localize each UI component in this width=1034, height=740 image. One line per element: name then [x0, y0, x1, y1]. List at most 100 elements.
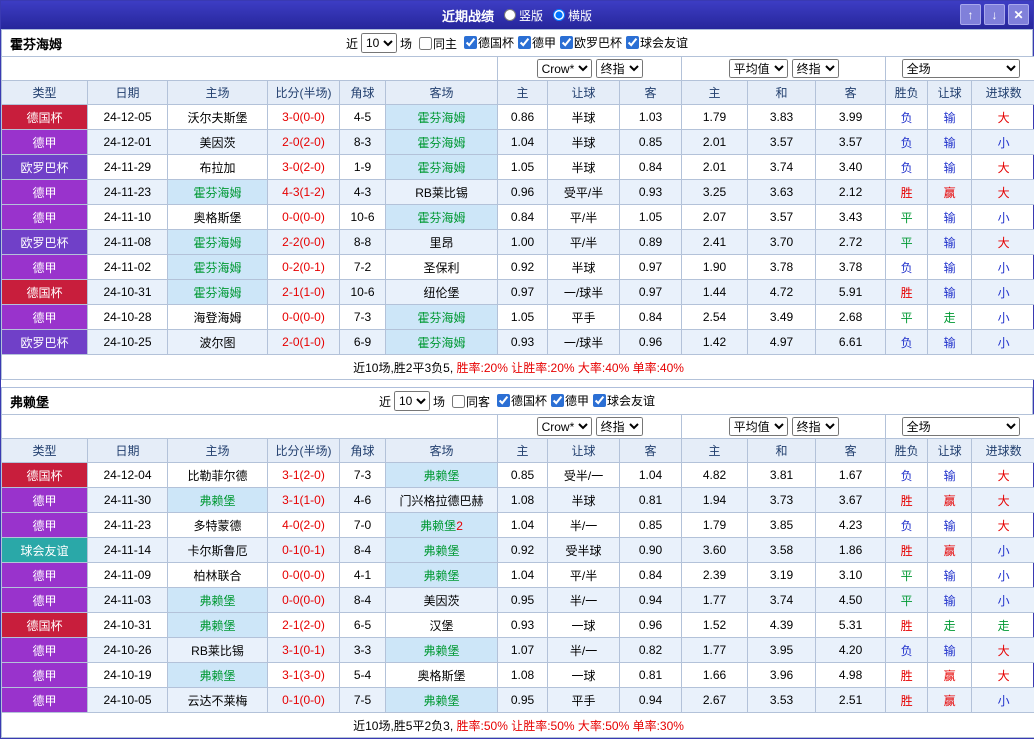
scope-select[interactable]: 全场 — [901, 59, 1020, 78]
odds-time-select[interactable]: 终指 — [595, 59, 643, 78]
move-down-button[interactable]: ↓ — [984, 4, 1005, 25]
league-filter[interactable]: 德甲 — [518, 34, 556, 51]
same-venue-filter[interactable]: 同主 — [418, 35, 457, 52]
home-team[interactable]: 卡尔斯鲁厄 — [167, 537, 268, 563]
col-handicap-result: 让球 — [927, 438, 973, 463]
result-goals: 走 — [971, 612, 1034, 638]
away-team[interactable]: 弗赖堡 — [384, 462, 499, 488]
home-team[interactable]: 多特蒙德 — [167, 512, 268, 538]
games-label: 场 — [432, 394, 445, 409]
home-team[interactable]: 弗赖堡 — [167, 612, 268, 638]
away-team[interactable]: RB莱比锡 — [384, 179, 499, 205]
scope-select[interactable]: 全场 — [901, 417, 1020, 436]
home-team[interactable]: 霍芬海姆 — [167, 279, 268, 305]
away-team[interactable]: 霍芬海姆 — [384, 154, 499, 180]
col-corner: 角球 — [339, 438, 386, 463]
league-filter[interactable]: 德甲 — [551, 392, 589, 409]
league-checkbox[interactable] — [518, 36, 531, 49]
league-filter[interactable]: 球会友谊 — [626, 34, 688, 51]
league-filter[interactable]: 球会友谊 — [593, 392, 655, 409]
same-venue-checkbox[interactable] — [451, 394, 465, 408]
away-team[interactable]: 弗赖堡2 — [384, 512, 499, 538]
avg-draw: 3.70 — [747, 229, 817, 255]
league-checkbox[interactable] — [497, 394, 510, 407]
away-team[interactable]: 霍芬海姆 — [384, 304, 499, 330]
home-team[interactable]: 弗赖堡 — [167, 662, 268, 688]
home-team[interactable]: 美因茨 — [167, 129, 268, 155]
home-team[interactable]: 霍芬海姆 — [167, 229, 268, 255]
home-team[interactable]: 云达不莱梅 — [167, 687, 268, 713]
league-filter[interactable]: 欧罗巴杯 — [560, 34, 622, 51]
away-team[interactable]: 门兴格拉德巴赫 — [384, 487, 499, 513]
avg-away: 3.67 — [815, 487, 887, 513]
layout-option-vertical[interactable]: 竖版 — [503, 7, 543, 24]
avg-time-select[interactable]: 终指 — [791, 417, 839, 436]
avg-home: 1.79 — [681, 104, 749, 130]
home-team[interactable]: 弗赖堡 — [167, 487, 268, 513]
away-team[interactable]: 霍芬海姆 — [384, 329, 499, 355]
away-team[interactable]: 霍芬海姆 — [384, 129, 499, 155]
avg-time-select[interactable]: 终指 — [791, 59, 839, 78]
away-team[interactable]: 汉堡 — [384, 612, 499, 638]
league-checkbox[interactable] — [463, 36, 477, 49]
league-filter[interactable]: 德国杯 — [497, 392, 547, 409]
away-team[interactable]: 美因茨 — [384, 587, 499, 613]
table-row: 球会友谊 24-11-14 卡尔斯鲁厄 0-1(0-1) 8-4 弗赖堡 0.9… — [1, 537, 1034, 563]
avg-away: 3.78 — [815, 254, 887, 280]
away-team[interactable]: 霍芬海姆 — [384, 204, 499, 230]
match-count-select[interactable]: 10 — [360, 33, 397, 53]
avg-source-select[interactable]: 平均值 — [728, 59, 788, 78]
horizontal-layout-radio[interactable] — [553, 9, 565, 21]
away-team[interactable]: 弗赖堡 — [384, 562, 499, 588]
away-team[interactable]: 里昂 — [384, 229, 499, 255]
avg-source-select[interactable]: 平均值 — [728, 417, 788, 436]
away-team[interactable]: 弗赖堡 — [384, 537, 499, 563]
home-team[interactable]: 弗赖堡 — [167, 587, 268, 613]
away-team[interactable]: 圣保利 — [384, 254, 499, 280]
home-team[interactable]: 奥格斯堡 — [167, 204, 268, 230]
odds-source-select[interactable]: Crow* — [536, 417, 592, 436]
home-team[interactable]: 霍芬海姆 — [167, 254, 268, 280]
close-button[interactable]: ✕ — [1008, 4, 1029, 25]
match-date: 24-11-08 — [87, 229, 168, 255]
layout-option-horizontal[interactable]: 横版 — [553, 7, 592, 24]
vertical-layout-radio[interactable] — [503, 9, 516, 21]
away-team[interactable]: 弗赖堡 — [384, 637, 499, 663]
move-up-button[interactable]: ↑ — [960, 4, 981, 25]
col-goals: 进球数 — [971, 438, 1034, 463]
away-team[interactable]: 纽伦堡 — [384, 279, 499, 305]
score: 2-2(0-0) — [267, 229, 340, 255]
odds-home: 0.97 — [497, 279, 549, 305]
away-team[interactable]: 霍芬海姆 — [384, 104, 499, 130]
away-team[interactable]: 奥格斯堡 — [384, 662, 499, 688]
avg-home: 3.25 — [681, 179, 749, 205]
corners: 7-0 — [339, 512, 386, 538]
score: 3-1(1-0) — [267, 487, 340, 513]
home-team[interactable]: 沃尔夫斯堡 — [167, 104, 268, 130]
same-venue-filter[interactable]: 同客 — [451, 393, 490, 410]
league-checkbox[interactable] — [626, 36, 640, 49]
col-corner: 角球 — [339, 80, 386, 105]
match-count-select[interactable]: 10 — [393, 391, 430, 411]
home-team[interactable]: 霍芬海姆 — [167, 179, 268, 205]
result-handicap: 走 — [927, 304, 973, 330]
avg-home: 2.54 — [681, 304, 749, 330]
league-checkbox[interactable] — [593, 394, 607, 407]
league-checkbox[interactable] — [560, 36, 574, 49]
odds-source-select[interactable]: Crow* — [536, 59, 592, 78]
same-venue-checkbox[interactable] — [418, 36, 432, 50]
home-team[interactable]: 柏林联合 — [167, 562, 268, 588]
home-team[interactable]: 布拉加 — [167, 154, 268, 180]
home-team[interactable]: 波尔图 — [167, 329, 268, 355]
odds-time-select[interactable]: 终指 — [595, 417, 643, 436]
league-filter[interactable]: 德国杯 — [463, 34, 514, 51]
home-team[interactable]: 比勒菲尔德 — [167, 462, 268, 488]
home-team[interactable]: 海登海姆 — [167, 304, 268, 330]
filters: 近 10 场 同主 德国杯 德甲 欧罗巴杯 球会友谊 — [346, 33, 688, 53]
away-team[interactable]: 弗赖堡 — [384, 687, 499, 713]
result-handicap: 赢 — [927, 487, 973, 513]
home-team[interactable]: RB莱比锡 — [167, 637, 268, 663]
handicap-line: 平手 — [547, 687, 621, 713]
odds-away: 0.85 — [619, 129, 683, 155]
league-checkbox[interactable] — [551, 394, 565, 407]
